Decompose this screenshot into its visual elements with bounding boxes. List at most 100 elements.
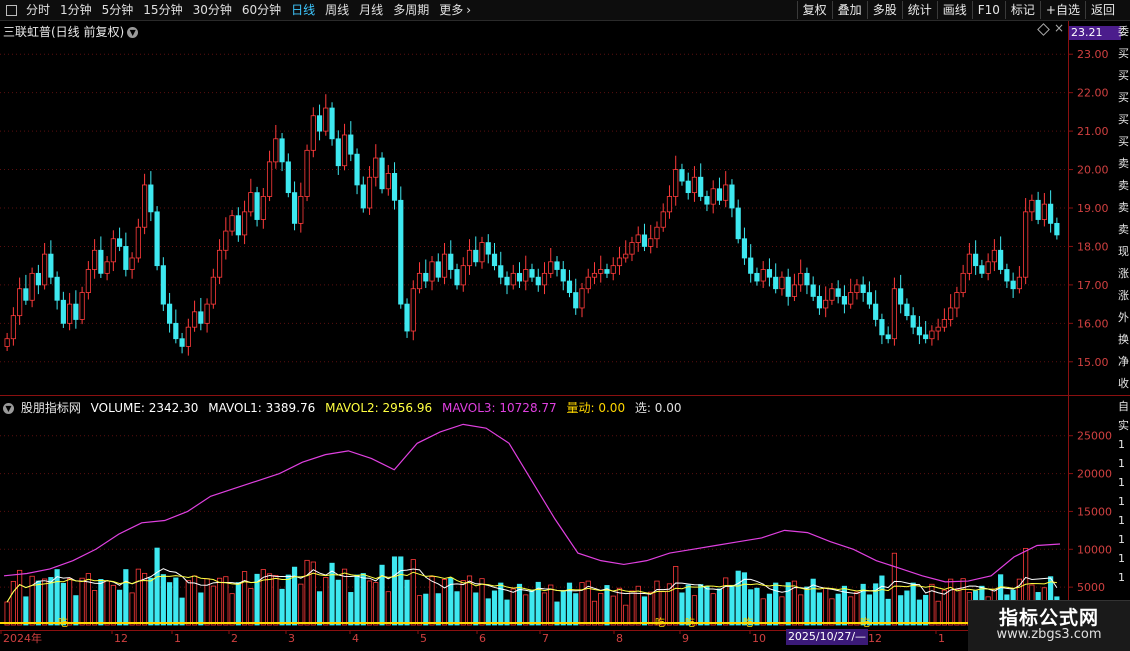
volume-bar — [673, 565, 679, 626]
volume-bar — [129, 592, 135, 626]
volume-bar — [891, 552, 898, 626]
date-tick-label: 1 — [174, 632, 181, 645]
candle-body — [541, 272, 548, 286]
candle-body — [166, 303, 173, 324]
volume-chart-pane[interactable]: 吃 吃 吃 吃 吃 ▼ 股朋指标网 VOLUME: 2342.30 MAVOL1: 33… — [0, 397, 1068, 629]
price-tick-label: 19.00 — [1077, 202, 1109, 215]
quote-label-char: 1 — [1118, 476, 1125, 489]
volume-bar — [179, 597, 185, 626]
liangdong-value: 量动: 0.00 — [566, 401, 626, 415]
volume-bar — [910, 582, 916, 626]
price-chart-pane[interactable]: 三联虹普(日线 前复权) ▼ × — [0, 21, 1068, 395]
volume-bar — [48, 577, 54, 626]
volume-bar — [185, 580, 191, 626]
period-tabs: 分时 1分钟 5分钟 15分钟 30分钟 60分钟 日线 周线 月线 多周期 更… — [0, 0, 476, 20]
quote-label-char: 卖 — [1118, 157, 1129, 170]
candle-body — [785, 276, 791, 297]
volume-bar — [854, 591, 860, 626]
candle-body — [548, 261, 554, 274]
volume-bar — [335, 579, 341, 626]
candle-body — [260, 196, 266, 220]
candle-body — [279, 138, 285, 163]
layout-square-icon[interactable] — [6, 4, 17, 16]
volume-bar — [729, 584, 735, 626]
tab-30min[interactable]: 30分钟 — [188, 0, 237, 20]
volume-bar — [154, 547, 160, 626]
volume-chart[interactable]: 吃吃吃吃吃 — [0, 397, 1068, 629]
volume-bar — [454, 591, 460, 626]
candle-body — [92, 249, 98, 270]
date-tick-label: 12 — [868, 632, 882, 645]
volume-bar — [323, 577, 329, 626]
volume-bar — [104, 580, 110, 626]
tab-weekly[interactable]: 周线 — [320, 0, 354, 20]
candle-body — [416, 272, 423, 290]
candle-body — [591, 272, 598, 278]
tab-fenshi[interactable]: 分时 — [21, 0, 55, 20]
volume-bar — [823, 587, 829, 626]
volume-bar — [216, 577, 223, 626]
price-tick-label: 21.00 — [1077, 125, 1109, 138]
volume-bar — [4, 601, 10, 626]
volume-bar — [591, 600, 598, 626]
date-tick-label: 4 — [352, 632, 359, 645]
chevron-down-icon[interactable]: ▼ — [127, 27, 139, 38]
candle-body — [273, 138, 279, 163]
price-tick-label: 17.00 — [1077, 279, 1109, 292]
candle-body — [648, 238, 654, 247]
volume-bar — [273, 575, 279, 626]
add-watchlist-button[interactable]: +自选 — [1039, 1, 1085, 19]
candle-body — [123, 246, 129, 270]
pane-divider[interactable] — [0, 395, 1130, 396]
candle-body — [791, 284, 798, 297]
candle-body — [435, 261, 441, 278]
close-icon[interactable]: × — [1054, 21, 1064, 35]
candlestick-chart[interactable] — [0, 21, 1068, 395]
volume-bar — [210, 585, 216, 626]
watermark-url: www.zbgs3.com — [996, 627, 1102, 642]
candle-body — [635, 234, 641, 244]
candle-body — [991, 249, 997, 263]
tab-5min[interactable]: 5分钟 — [97, 0, 139, 20]
quote-label-char: 卖 — [1118, 201, 1129, 214]
candle-body — [391, 172, 398, 201]
candle-body — [235, 215, 241, 236]
tab-multi-period[interactable]: 多周期 — [388, 0, 434, 20]
fuquan-button[interactable]: 复权 — [796, 1, 832, 19]
date-tick-label: 6 — [479, 632, 486, 645]
candle-body — [354, 153, 360, 186]
mark-button[interactable]: 标记 — [1004, 1, 1040, 19]
chevron-down-icon[interactable]: ▼ — [3, 403, 14, 414]
volume-bar — [785, 582, 791, 626]
volume-bar — [523, 594, 529, 626]
quote-label-char: 买 — [1118, 135, 1129, 148]
tab-more-label: 更多 — [439, 3, 464, 17]
candle-body — [879, 319, 885, 336]
tab-daily[interactable]: 日线 — [286, 0, 320, 20]
candle-body — [510, 272, 516, 286]
quote-label-char: 净 — [1118, 355, 1129, 368]
tab-15min[interactable]: 15分钟 — [138, 0, 187, 20]
candle-body — [285, 161, 291, 194]
volume-value: VOLUME: 2342.30 — [90, 401, 199, 415]
back-button[interactable]: 返回 — [1084, 1, 1120, 19]
price-y-axis: 23.00 22.00 21.00 20.00 19.00 18.00 17.00 16.00… — [1069, 48, 1109, 369]
quote-label-char: 1 — [1118, 514, 1125, 527]
quote-label-char: 1 — [1118, 438, 1125, 451]
volume-bar — [635, 585, 641, 626]
volume-bar — [385, 591, 391, 626]
volume-bar — [423, 593, 429, 626]
multi-stock-button[interactable]: 多股 — [866, 1, 902, 19]
tab-more[interactable]: 更多 › — [434, 0, 476, 20]
tab-monthly[interactable]: 月线 — [354, 0, 388, 20]
statistics-button[interactable]: 统计 — [901, 1, 937, 19]
candle-body — [323, 107, 329, 132]
overlay-button[interactable]: 叠加 — [831, 1, 867, 19]
candle-body — [479, 242, 485, 263]
draw-line-button[interactable]: 画线 — [936, 1, 972, 19]
candle-body — [716, 188, 723, 201]
f10-button[interactable]: F10 — [971, 1, 1005, 19]
tab-1min[interactable]: 1分钟 — [55, 0, 97, 20]
tab-60min[interactable]: 60分钟 — [237, 0, 286, 20]
candle-body — [598, 269, 604, 274]
